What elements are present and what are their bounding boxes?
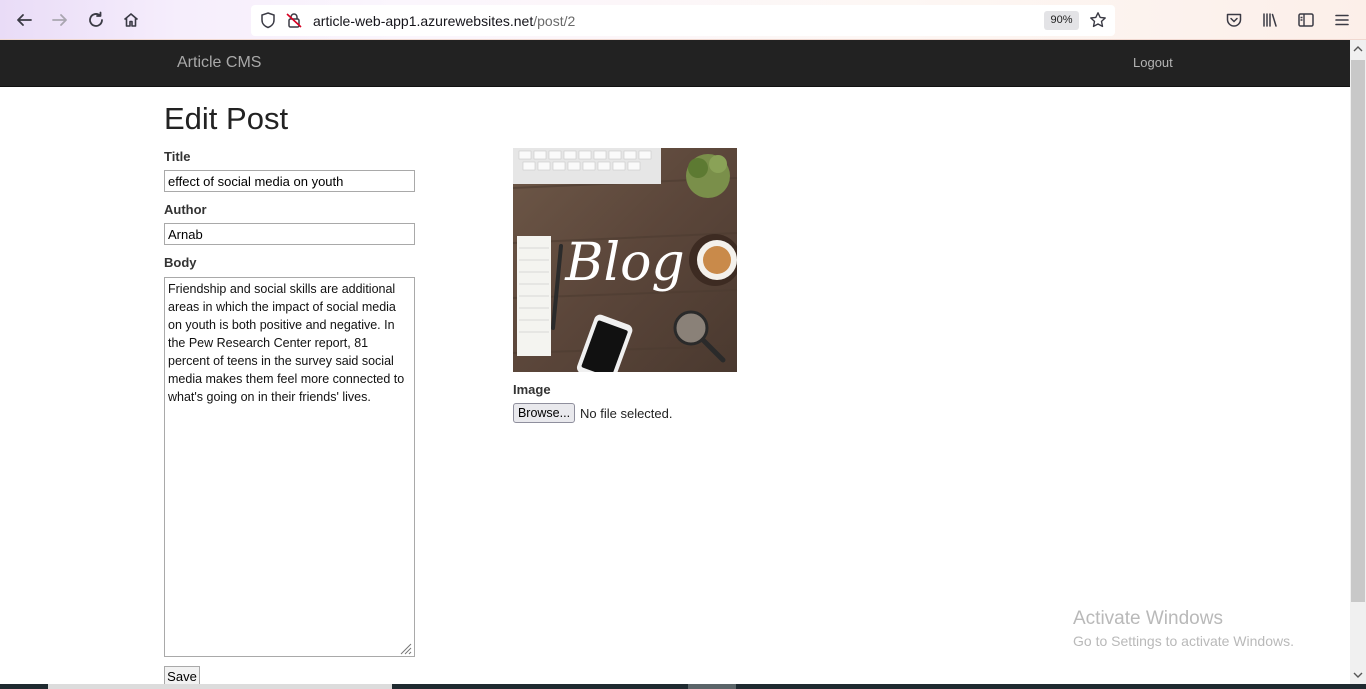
scroll-up-arrow-icon[interactable] [1350, 40, 1366, 58]
post-image: Blog [513, 148, 737, 372]
address-bar[interactable]: article-web-app1.azurewebsites.net/post/… [251, 5, 1115, 36]
logout-link[interactable]: Logout [1133, 55, 1173, 70]
library-icon[interactable] [1259, 9, 1281, 31]
home-icon[interactable] [120, 9, 142, 31]
taskbar-active-item[interactable] [48, 684, 392, 689]
browse-button[interactable]: Browse... [513, 403, 575, 423]
browser-toolbar: article-web-app1.azurewebsites.net/post/… [0, 0, 1366, 40]
windows-watermark-title: Activate Windows [1073, 608, 1223, 629]
bookmark-star-icon[interactable] [1087, 9, 1109, 31]
app-navbar: Article CMS Logout [0, 40, 1350, 87]
sidebar-icon[interactable] [1295, 9, 1317, 31]
menu-icon[interactable] [1331, 9, 1353, 31]
body-label: Body [164, 255, 197, 270]
image-label: Image [513, 382, 551, 397]
page-title: Edit Post [164, 101, 289, 136]
url-host: article-web-app1.azurewebsites.net [313, 13, 534, 29]
post-image-text: Blog [564, 233, 684, 293]
pocket-icon[interactable] [1223, 9, 1245, 31]
author-input[interactable] [164, 223, 415, 245]
scroll-down-arrow-icon[interactable] [1350, 666, 1366, 684]
shield-icon[interactable] [257, 9, 279, 31]
scrollbar-thumb[interactable] [1351, 60, 1365, 602]
title-label: Title [164, 149, 191, 164]
forward-icon[interactable] [49, 9, 71, 31]
file-status-text: No file selected. [580, 406, 673, 421]
reload-icon[interactable] [85, 9, 107, 31]
author-label: Author [164, 202, 207, 217]
url-path: /post/2 [533, 13, 576, 29]
taskbar-item[interactable] [688, 684, 736, 689]
windows-watermark-subtitle: Go to Settings to activate Windows. [1073, 633, 1294, 649]
zoom-level-badge[interactable]: 90% [1044, 11, 1079, 30]
resize-grip-icon[interactable] [398, 641, 412, 655]
brand-link[interactable]: Article CMS [177, 54, 261, 72]
back-icon[interactable] [13, 9, 35, 31]
insecure-lock-icon[interactable] [283, 9, 305, 31]
url-text: article-web-app1.azurewebsites.net/post/… [313, 13, 575, 29]
body-textarea[interactable]: Friendship and social skills are additio… [164, 277, 415, 657]
title-input[interactable] [164, 170, 415, 192]
